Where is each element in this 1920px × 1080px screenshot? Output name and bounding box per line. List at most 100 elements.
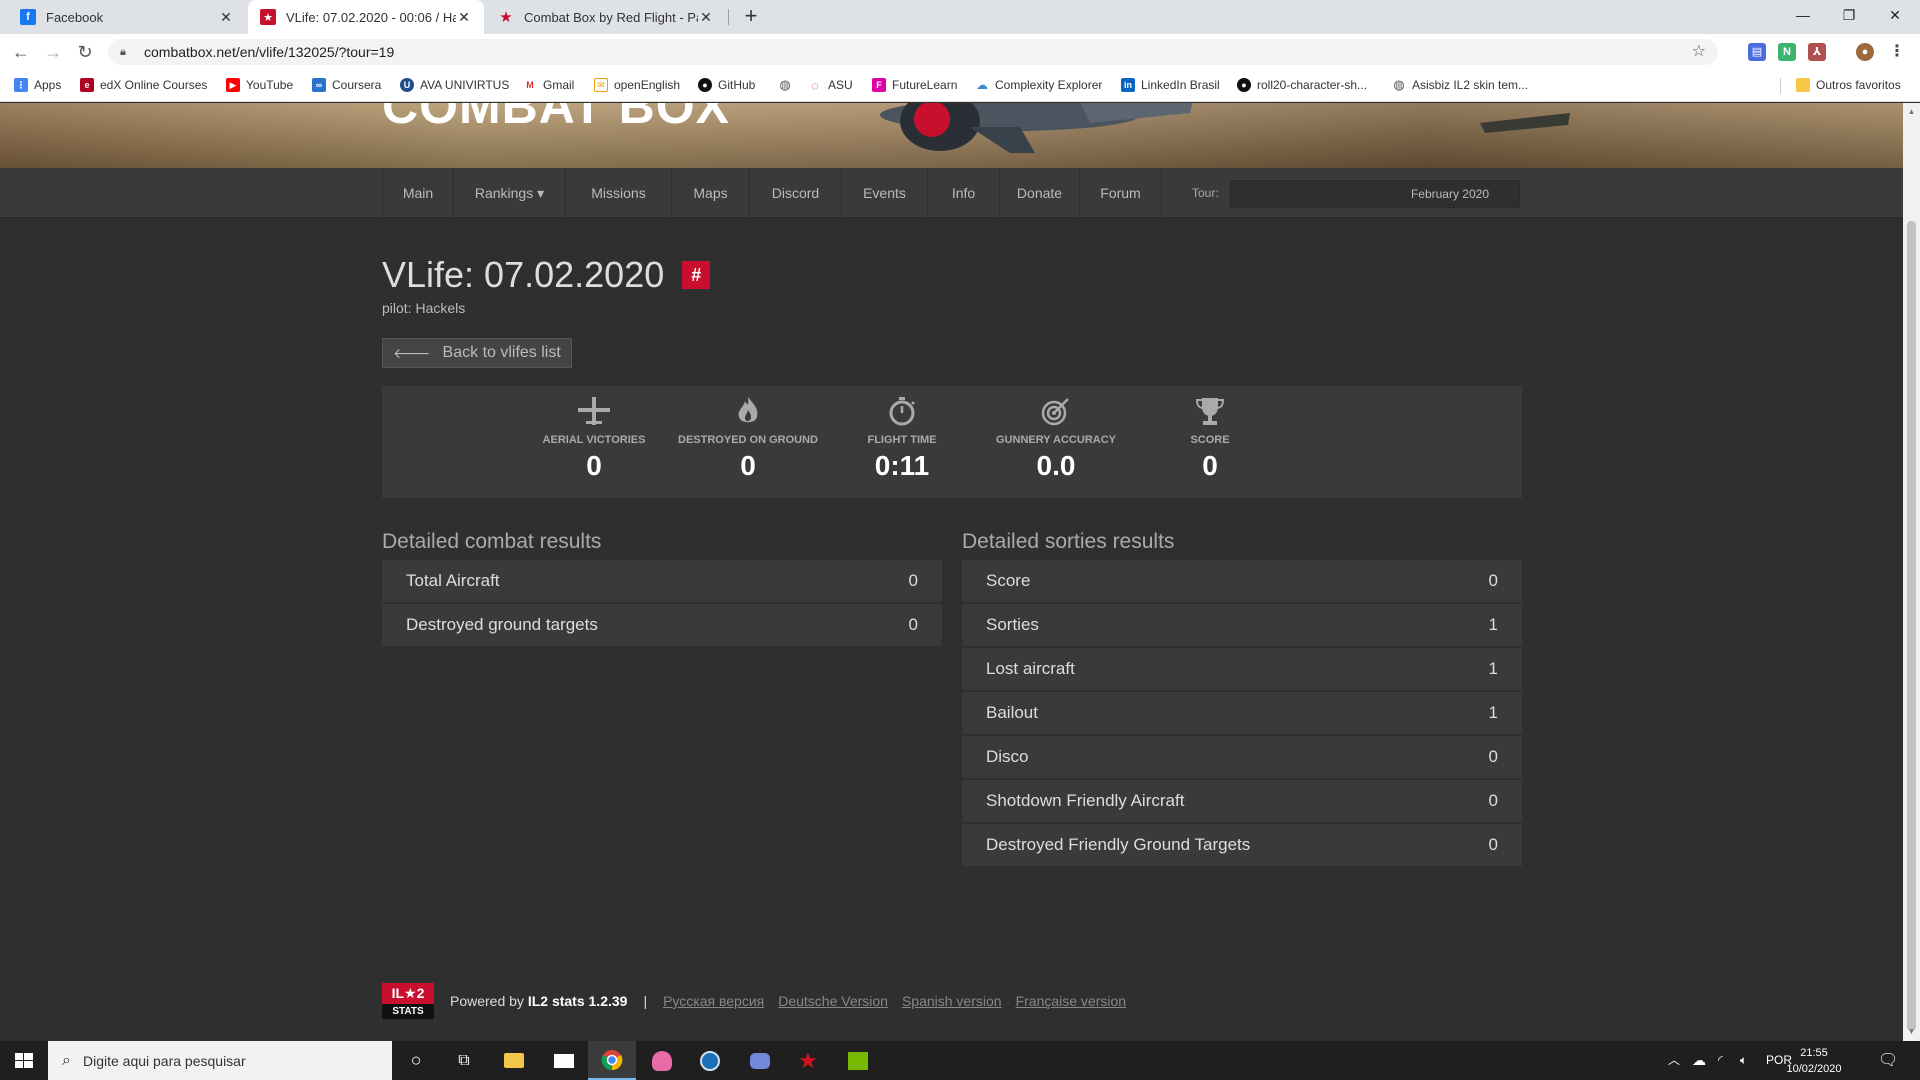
close-icon[interactable]: ✕ (218, 9, 234, 26)
bookmark-linkedin[interactable]: in LinkedIn Brasil (1121, 78, 1220, 92)
site-logo[interactable]: COMBAT BOX (382, 103, 730, 135)
bookmark-ava-univirtus[interactable]: U AVA UNIVIRTUS (400, 78, 509, 92)
tab-facebook[interactable]: f Facebook ✕ (8, 0, 246, 34)
scroll-down-icon[interactable]: ▼ (1903, 1025, 1920, 1039)
volume-icon[interactable]: 🔈︎ (1740, 1041, 1747, 1080)
new-tab-button[interactable]: + (738, 4, 764, 30)
reload-icon[interactable]: ↻ (73, 40, 97, 64)
back-arrow-icon[interactable]: ← (9, 40, 33, 64)
sorties-results-table: Score 0 Sorties 1 Lost aircraft 1 Bailout 1 … (962, 560, 1522, 868)
nav-missions[interactable]: Missions (566, 168, 672, 218)
browser-toolbar: ← → ↻ 🔒︎ combatbox.net/en/vlife/132025/?… (0, 34, 1920, 70)
bookmark-other-folder[interactable]: Outros favoritos (1796, 78, 1901, 92)
close-icon[interactable]: ✕ (698, 9, 714, 26)
nav-main[interactable]: Main (382, 168, 454, 218)
bookmark-complexity-explorer[interactable]: ☁ Complexity Explorer (975, 78, 1102, 92)
link-russian-version[interactable]: Русская версия (663, 993, 764, 1009)
stopwatch-icon (889, 397, 915, 426)
back-button-label: Back to vlifes list (442, 344, 561, 361)
futurelearn-icon: F (872, 78, 886, 92)
discord-app-icon[interactable] (736, 1041, 784, 1080)
tray-expand-icon[interactable]: ︿ (1668, 1041, 1680, 1080)
mail-app-icon[interactable] (540, 1041, 588, 1080)
nav-maps[interactable]: Maps (672, 168, 750, 218)
search-placeholder: Digite aqui para pesquisar (82, 1052, 246, 1069)
scroll-up-icon[interactable]: ▲ (1903, 105, 1920, 119)
bookmark-openenglish[interactable]: ✉ openEnglish (594, 78, 680, 92)
asu-icon: ◌ (808, 78, 822, 93)
tab-vlife[interactable]: ★ VLife: 07.02.2020 - 00:06 / Hackels ✕ (248, 0, 484, 34)
bookmark-asisbiz[interactable]: ◍ Asisbiz IL2 skin tem... (1392, 77, 1528, 92)
windows-start-icon[interactable] (0, 1041, 48, 1080)
pdf-extension-icon[interactable]: ⅄ (1808, 43, 1826, 61)
nav-discord[interactable]: Discord (750, 168, 842, 218)
extension-icon[interactable]: ▤ (1748, 43, 1766, 61)
onedrive-icon[interactable]: ☁ (1692, 1041, 1706, 1080)
chrome-app-icon[interactable] (588, 1041, 636, 1080)
task-view-icon[interactable]: ⧉ (440, 1041, 488, 1080)
table-row: Shotdown Friendly Aircraft 0 (962, 780, 1522, 824)
stat-label: DESTROYED ON GROUND (678, 434, 818, 446)
stat-gunnery-accuracy: GUNNERY ACCURACY 0.0 (976, 396, 1136, 482)
bookmark-asu[interactable]: ◌ ASU (808, 78, 853, 93)
bookmark-futurelearn[interactable]: F FutureLearn (872, 78, 957, 92)
nav-forum[interactable]: Forum (1080, 168, 1162, 218)
bookmark-edx[interactable]: e edX Online Courses (80, 78, 207, 92)
nav-donate[interactable]: Donate (1000, 168, 1080, 218)
bookmark-star-icon[interactable]: ☆ (1692, 41, 1706, 61)
bookmark-github[interactable]: ● GitHub (698, 78, 755, 92)
taskbar-search-input[interactable]: ⌕ Digite aqui para pesquisar (48, 1041, 392, 1080)
stat-value: 0:11 (874, 450, 930, 481)
steam-app-icon[interactable] (686, 1041, 734, 1080)
powered-brand: IL2 stats 1.2.39 (527, 993, 628, 1009)
edx-icon: e (80, 78, 94, 92)
minimize-button[interactable]: — (1780, 0, 1826, 30)
row-value: 0 (1488, 747, 1498, 766)
restore-button[interactable]: ❐ (1826, 0, 1872, 30)
bookmark-coursera[interactable]: ∞ Coursera (312, 78, 381, 92)
system-clock[interactable]: 21:55 10/02/2020 (1776, 1045, 1852, 1077)
wifi-icon[interactable]: ◜ (1718, 1041, 1723, 1080)
permalink-hash-button[interactable]: # (682, 261, 711, 289)
notion-extension-icon[interactable]: N (1778, 43, 1796, 61)
scroll-thumb[interactable] (1907, 221, 1916, 1031)
sorties-results-title: Detailed sorties results (962, 530, 1175, 553)
url-text: combatbox.net/en/vlife/132025/?tour=19 (144, 44, 395, 60)
nav-info[interactable]: Info (928, 168, 1000, 218)
close-icon[interactable]: ✕ (456, 9, 472, 26)
gmail-icon: M (523, 78, 537, 92)
stat-label: SCORE (1190, 434, 1230, 446)
il2-stats-logo[interactable]: IL★2 STATS (382, 983, 434, 1019)
bookmark-label: openEnglish (614, 78, 681, 92)
bookmark-roll20[interactable]: ● roll20-character-sh... (1237, 78, 1367, 92)
nav-events[interactable]: Events (842, 168, 928, 218)
address-bar[interactable]: 🔒︎ combatbox.net/en/vlife/132025/?tour=1… (108, 39, 1718, 65)
combatbox-icon: ★ (260, 9, 276, 25)
close-window-button[interactable]: ✕ (1872, 0, 1918, 30)
back-to-vlifes-button[interactable]: 🡐 Back to vlifes list (382, 338, 572, 368)
link-spanish-version[interactable]: Spanish version (902, 993, 1002, 1009)
notifications-icon[interactable]: 🗨︎ (1878, 1041, 1898, 1080)
bookmark-apps[interactable]: ⋮ Apps (14, 78, 61, 92)
forward-arrow-icon[interactable]: → (41, 40, 65, 64)
github-icon: ● (1237, 78, 1251, 92)
stat-label: FLIGHT TIME (867, 434, 937, 446)
avatar[interactable]: ● (1856, 43, 1874, 61)
link-french-version[interactable]: Française version (1016, 993, 1127, 1009)
file-explorer-icon[interactable] (490, 1041, 538, 1080)
link-german-version[interactable]: Deutsche Version (778, 993, 888, 1009)
bookmark-youtube[interactable]: ▶ YouTube (226, 78, 293, 92)
footer-separator: | (643, 993, 648, 1009)
stat-label: GUNNERY ACCURACY (996, 434, 1116, 446)
red-star-app-icon[interactable]: ★ (784, 1041, 832, 1080)
tab-combatbox-forum[interactable]: ★ Combat Box by Red Flight - Page ✕ (486, 0, 726, 34)
page-scrollbar[interactable]: ▲ ▼ (1903, 103, 1920, 1041)
cortana-icon[interactable]: ○ (392, 1041, 440, 1080)
nvidia-app-icon[interactable] (834, 1041, 882, 1080)
tour-select[interactable]: February 2020 (1230, 180, 1520, 208)
nav-rankings[interactable]: Rankings ▾ (454, 168, 566, 218)
menu-kebab-icon[interactable]: ⋮ (1888, 43, 1906, 61)
bookmark-globe[interactable]: ◍ (778, 77, 798, 92)
bookmark-gmail[interactable]: M Gmail (523, 78, 574, 92)
octopus-app-icon[interactable] (638, 1041, 686, 1080)
